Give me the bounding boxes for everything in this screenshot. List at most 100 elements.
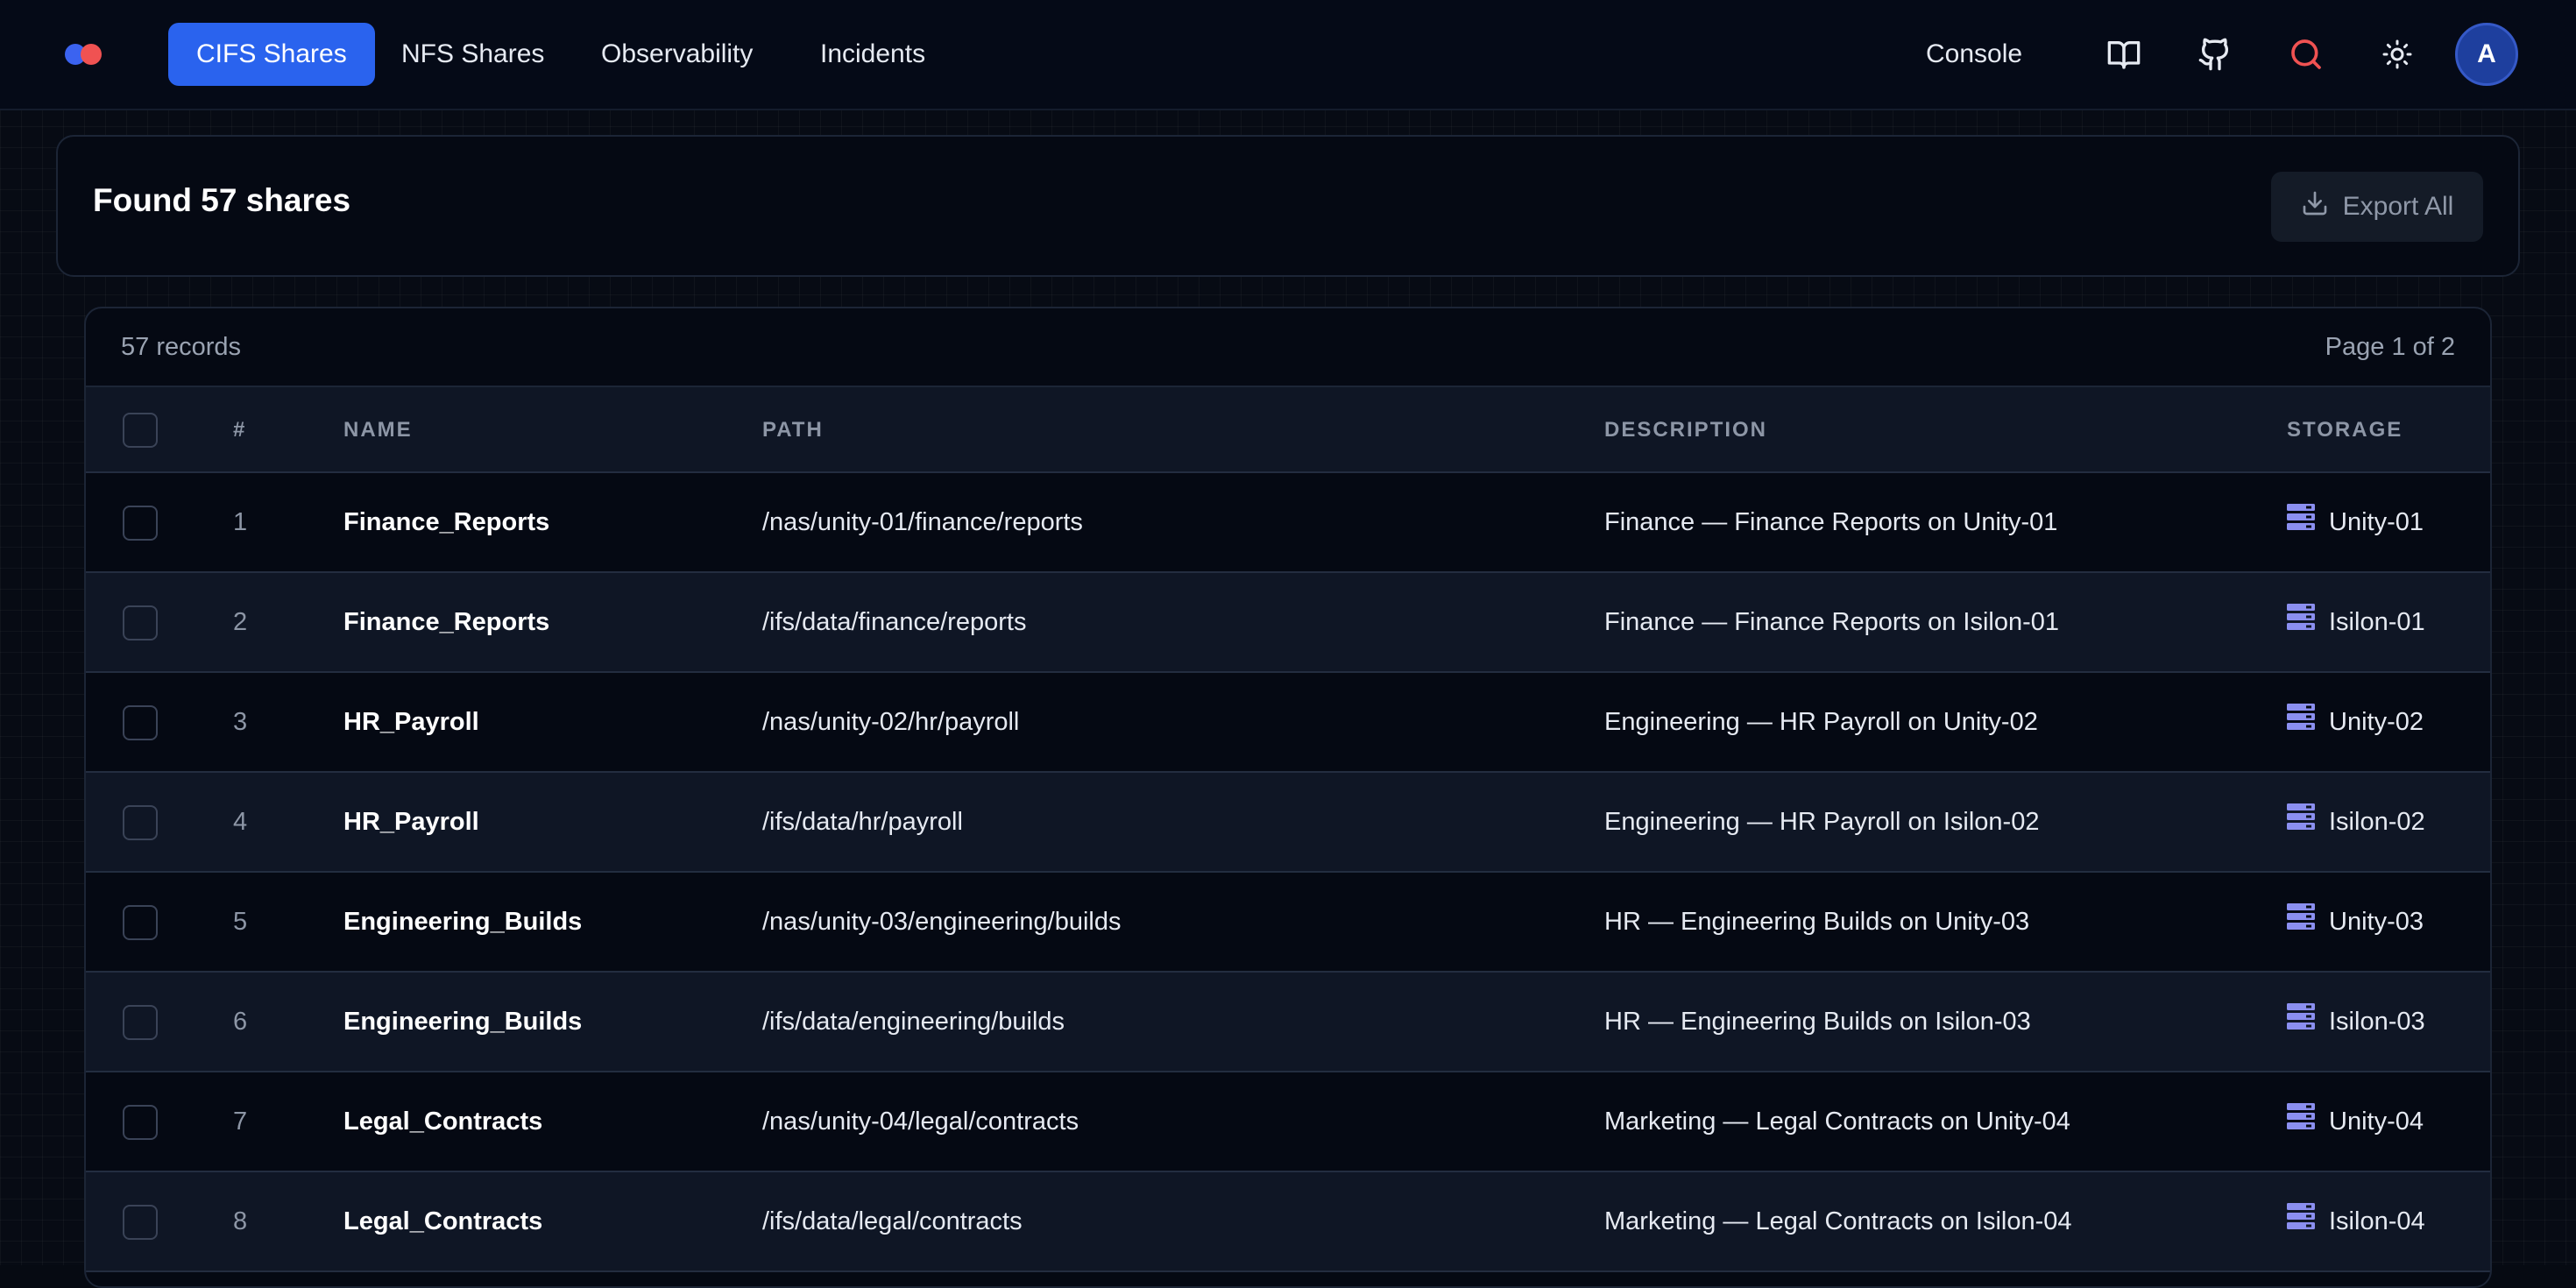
share-description: HR — Engineering Builds on Unity-03 — [1604, 908, 2030, 936]
share-path: /ifs/data/finance/reports — [762, 608, 1027, 636]
row-checkbox[interactable] — [123, 805, 158, 840]
results-header-card: Found 57 shares Export All — [56, 135, 2520, 277]
github-icon[interactable] — [2192, 32, 2238, 77]
storage-server-icon — [2287, 473, 2315, 571]
storage-server-icon — [2287, 973, 2315, 1071]
share-storage: Isilon-04 — [2287, 1172, 2425, 1270]
share-storage: Isilon-02 — [2287, 773, 2425, 871]
share-description: Finance — Finance Reports on Unity-01 — [1604, 508, 2058, 536]
storage-name: Unity-03 — [2329, 908, 2424, 936]
storage-server-icon — [2287, 1172, 2315, 1270]
select-all-checkbox[interactable] — [123, 413, 158, 448]
tab-cifs-shares[interactable]: CIFS Shares — [168, 23, 375, 86]
row-checkbox[interactable] — [123, 705, 158, 740]
tab-observability[interactable]: Observability — [573, 23, 781, 86]
share-path: /ifs/data/legal/contracts — [762, 1207, 1023, 1235]
storage-server-icon — [2287, 573, 2315, 671]
share-path: /nas/unity-02/hr/payroll — [762, 708, 1020, 736]
share-path: /ifs/data/hr/payroll — [762, 808, 963, 836]
share-name: HR_Payroll — [343, 808, 479, 836]
records-count: 57 records — [121, 333, 242, 361]
share-storage: Unity-01 — [2287, 473, 2424, 571]
share-storage: Unity-04 — [2287, 1072, 2424, 1171]
table-header: # NAME PATH DESCRIPTION STORAGE — [86, 387, 2490, 473]
page-title: Found 57 shares — [93, 182, 351, 218]
user-avatar[interactable]: A — [2455, 23, 2518, 86]
storage-server-icon — [2287, 1072, 2315, 1171]
storage-name: Isilon-01 — [2329, 608, 2425, 636]
row-number: 3 — [233, 708, 248, 736]
row-number: 1 — [233, 508, 248, 536]
column-header-description[interactable]: DESCRIPTION — [1604, 387, 1767, 473]
sun-icon[interactable] — [2374, 32, 2420, 77]
row-number: 6 — [233, 1008, 248, 1036]
share-storage: Isilon-03 — [2287, 973, 2425, 1071]
table-row[interactable]: 6 Engineering_Builds /ifs/data/engineeri… — [86, 973, 2490, 1072]
row-checkbox[interactable] — [123, 605, 158, 640]
app-logo[interactable] — [65, 44, 103, 65]
row-checkbox[interactable] — [123, 1105, 158, 1140]
share-name: HR_Payroll — [343, 708, 479, 736]
row-number: 5 — [233, 908, 248, 936]
book-icon[interactable] — [2101, 32, 2147, 77]
table-row[interactable]: 7 Legal_Contracts /nas/unity-04/legal/co… — [86, 1072, 2490, 1172]
row-number: 4 — [233, 808, 248, 836]
share-name: Finance_Reports — [343, 608, 550, 636]
share-path: /ifs/data/engineering/builds — [762, 1008, 1065, 1036]
storage-server-icon — [2287, 773, 2315, 871]
share-storage: Unity-02 — [2287, 673, 2424, 771]
column-header-number[interactable]: # — [233, 387, 246, 473]
share-name: Engineering_Builds — [343, 1008, 583, 1036]
table-row[interactable]: 1 Finance_Reports /nas/unity-01/finance/… — [86, 473, 2490, 573]
logo-dot-red — [81, 44, 102, 65]
column-header-storage[interactable]: STORAGE — [2287, 387, 2403, 473]
share-name: Finance_Reports — [343, 508, 550, 536]
row-number: 2 — [233, 608, 248, 636]
storage-name: Isilon-03 — [2329, 1008, 2425, 1036]
storage-name: Isilon-04 — [2329, 1207, 2425, 1235]
storage-name: Unity-04 — [2329, 1108, 2424, 1136]
row-checkbox[interactable] — [123, 1205, 158, 1240]
console-link[interactable]: Console — [1926, 23, 2022, 86]
top-navbar: CIFS Shares NFS Shares Observability Inc… — [0, 0, 2576, 110]
page-indicator: Page 1 of 2 — [2325, 333, 2455, 361]
table-meta-bar: 57 records Page 1 of 2 — [86, 308, 2490, 387]
share-storage: Unity-03 — [2287, 873, 2424, 971]
table-row[interactable]: 8 Legal_Contracts /ifs/data/legal/contra… — [86, 1172, 2490, 1272]
shares-table-card: 57 records Page 1 of 2 # NAME PATH DESCR… — [84, 307, 2492, 1288]
tab-nfs-shares[interactable]: NFS Shares — [373, 23, 572, 86]
table-row[interactable]: 4 HR_Payroll /ifs/data/hr/payroll Engine… — [86, 773, 2490, 873]
row-checkbox[interactable] — [123, 506, 158, 541]
row-checkbox[interactable] — [123, 905, 158, 940]
storage-name: Isilon-02 — [2329, 808, 2425, 836]
storage-name: Unity-01 — [2329, 508, 2424, 536]
column-header-path[interactable]: PATH — [762, 387, 824, 473]
row-checkbox[interactable] — [123, 1005, 158, 1040]
storage-server-icon — [2287, 673, 2315, 771]
row-number: 7 — [233, 1108, 248, 1136]
export-all-button[interactable]: Export All — [2271, 172, 2483, 242]
table-row[interactable]: 5 Engineering_Builds /nas/unity-03/engin… — [86, 873, 2490, 973]
table-body: 1 Finance_Reports /nas/unity-01/finance/… — [86, 473, 2490, 1272]
share-description: Engineering — HR Payroll on Unity-02 — [1604, 708, 2038, 736]
share-description: HR — Engineering Builds on Isilon-03 — [1604, 1008, 2031, 1036]
share-description: Marketing — Legal Contracts on Isilon-04 — [1604, 1207, 2072, 1235]
column-header-name[interactable]: NAME — [343, 387, 413, 473]
share-path: /nas/unity-01/finance/reports — [762, 508, 1083, 536]
tab-incidents[interactable]: Incidents — [792, 23, 953, 86]
table-row[interactable]: 2 Finance_Reports /ifs/data/finance/repo… — [86, 573, 2490, 673]
row-number: 8 — [233, 1207, 248, 1235]
storage-server-icon — [2287, 873, 2315, 971]
search-icon[interactable] — [2283, 32, 2329, 77]
share-name: Legal_Contracts — [343, 1108, 543, 1136]
export-all-label: Export All — [2342, 192, 2454, 221]
share-path: /nas/unity-03/engineering/builds — [762, 908, 1122, 936]
share-path: /nas/unity-04/legal/contracts — [762, 1108, 1079, 1136]
share-storage: Isilon-01 — [2287, 573, 2425, 671]
share-description: Marketing — Legal Contracts on Unity-04 — [1604, 1108, 2070, 1136]
storage-name: Unity-02 — [2329, 708, 2424, 736]
share-description: Engineering — HR Payroll on Isilon-02 — [1604, 808, 2040, 836]
share-description: Finance — Finance Reports on Isilon-01 — [1604, 608, 2060, 636]
table-row[interactable]: 3 HR_Payroll /nas/unity-02/hr/payroll En… — [86, 673, 2490, 773]
download-icon — [2301, 189, 2329, 224]
